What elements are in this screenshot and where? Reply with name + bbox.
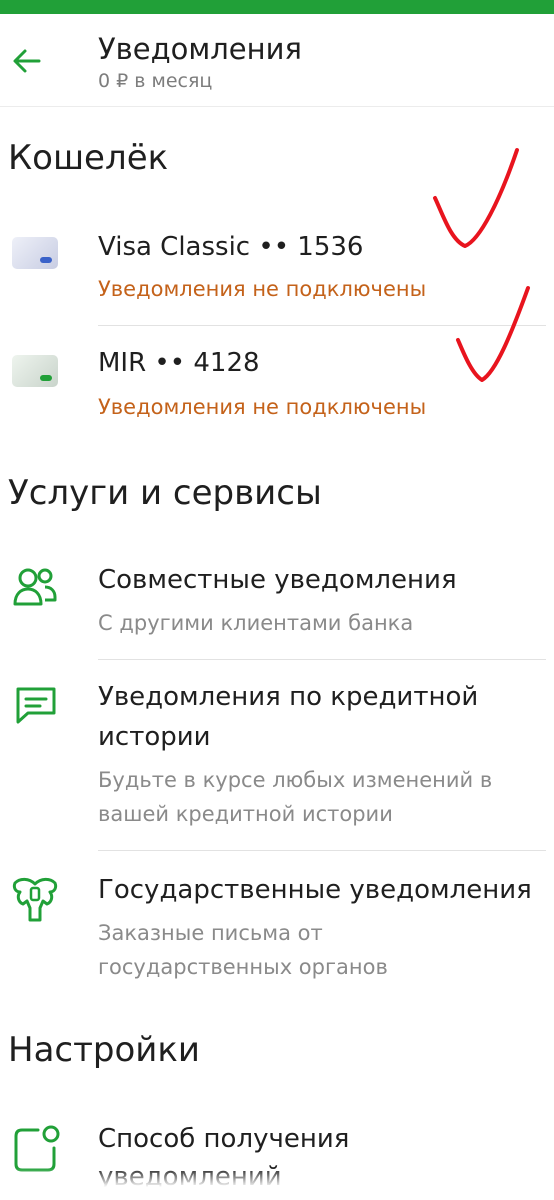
message-icon — [16, 687, 56, 724]
service-title: Совместные уведомления — [98, 565, 457, 595]
service-subtitle: Будьте в курсе любых изменений в — [98, 768, 493, 792]
card-name: MIR •• 4128 — [98, 348, 260, 378]
settings-title: Способ получения — [98, 1124, 350, 1154]
divider — [98, 850, 546, 851]
card-icon — [12, 355, 58, 387]
service-title: Государственные уведомления — [98, 875, 532, 905]
emblem-icon — [12, 877, 58, 922]
service-subtitle: С другими клиентами банка — [98, 611, 414, 635]
page-title: Уведомления — [98, 32, 302, 66]
card-row-visa[interactable]: Visa Classic •• 1536 Уведомления не подк… — [0, 222, 554, 322]
card-status: Уведомления не подключены — [98, 277, 427, 301]
navigation-bar-fade — [0, 1168, 554, 1200]
service-government-notifications[interactable]: Государственные уведомления Заказные пис… — [0, 868, 554, 988]
page-subtitle: 0 ₽ в месяц — [98, 70, 213, 92]
notification-dot-icon — [14, 1125, 60, 1172]
section-title-wallet: Кошелёк — [8, 138, 169, 178]
service-title: истории — [98, 722, 211, 752]
card-status: Уведомления не подключены — [98, 395, 427, 419]
card-icon — [12, 237, 58, 269]
card-row-mir[interactable]: MIR •• 4128 Уведомления не подключены — [0, 340, 554, 440]
app-bar: Уведомления 0 ₽ в месяц — [0, 14, 554, 107]
service-credit-history[interactable]: Уведомления по кредитной истории Будьте … — [0, 675, 554, 845]
service-subtitle: вашей кредитной истории — [98, 802, 393, 826]
divider — [98, 659, 546, 660]
service-title: Уведомления по кредитной — [98, 682, 479, 712]
divider — [98, 325, 546, 326]
section-title-settings: Настройки — [8, 1030, 201, 1070]
section-title-services: Услуги и сервисы — [8, 473, 322, 513]
service-subtitle: государственных органов — [98, 955, 388, 979]
card-name: Visa Classic •• 1536 — [98, 232, 364, 262]
people-icon — [13, 568, 57, 606]
arrow-left-icon — [13, 49, 41, 73]
back-button[interactable] — [10, 44, 44, 78]
service-joint-notifications[interactable]: Совместные уведомления С другими клиента… — [0, 558, 554, 654]
service-subtitle: Заказные письма от — [98, 921, 323, 945]
status-bar — [0, 0, 554, 14]
